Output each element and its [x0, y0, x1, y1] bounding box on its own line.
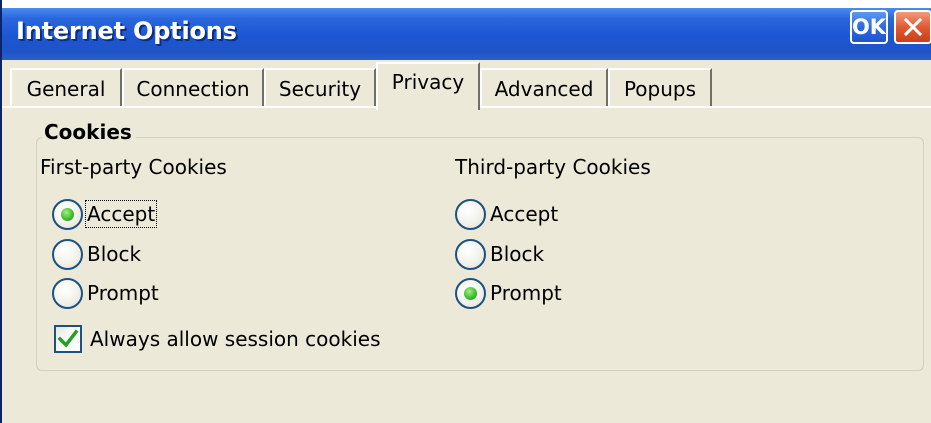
- radio-button[interactable]: [52, 277, 83, 309]
- third-party-accept-radio[interactable]: Accept: [455, 197, 558, 231]
- radio-selected-dot: [61, 207, 74, 221]
- third-party-block-radio[interactable]: Block: [455, 237, 544, 271]
- title-bar[interactable]: Internet Options OK: [2, 0, 931, 60]
- session-cookies-checkbox[interactable]: [54, 325, 82, 353]
- first-party-accept-radio[interactable]: Accept: [52, 197, 158, 231]
- tab-security[interactable]: Security: [264, 68, 376, 108]
- first-party-prompt-label[interactable]: Prompt: [87, 281, 159, 305]
- first-party-block-radio[interactable]: Block: [52, 237, 141, 271]
- session-cookies-label[interactable]: Always allow session cookies: [90, 327, 381, 351]
- tab-general[interactable]: General: [10, 68, 122, 108]
- first-party-heading: First-party Cookies: [40, 155, 227, 179]
- ok-button[interactable]: OK: [850, 10, 888, 44]
- first-party-prompt-radio[interactable]: Prompt: [52, 276, 159, 310]
- radio-button[interactable]: [455, 238, 486, 270]
- third-party-heading: Third-party Cookies: [455, 155, 651, 179]
- tab-advanced[interactable]: Advanced: [480, 68, 608, 108]
- tab-strip: General Connection Security Privacy Adva…: [2, 60, 931, 110]
- third-party-prompt-label[interactable]: Prompt: [490, 281, 562, 305]
- tab-popups[interactable]: Popups: [608, 68, 712, 108]
- third-party-prompt-radio[interactable]: Prompt: [455, 276, 562, 310]
- tab-connection[interactable]: Connection: [122, 68, 264, 108]
- first-party-block-label[interactable]: Block: [87, 242, 141, 266]
- close-icon: [903, 17, 923, 37]
- first-party-accept-label[interactable]: Accept: [84, 200, 158, 228]
- session-cookies-checkbox-row[interactable]: Always allow session cookies: [54, 323, 381, 355]
- radio-button[interactable]: [52, 198, 83, 230]
- radio-button[interactable]: [52, 238, 83, 270]
- cookies-group-title: Cookies: [42, 120, 136, 144]
- radio-selected-dot: [464, 286, 477, 300]
- radio-button[interactable]: [455, 277, 486, 309]
- window-title: Internet Options: [16, 17, 237, 45]
- close-button[interactable]: [894, 10, 931, 44]
- internet-options-window: Internet Options OK General Connection S…: [0, 0, 931, 423]
- third-party-accept-label[interactable]: Accept: [490, 202, 558, 226]
- radio-button[interactable]: [455, 198, 486, 230]
- third-party-block-label[interactable]: Block: [490, 242, 544, 266]
- tab-privacy[interactable]: Privacy: [376, 62, 480, 110]
- checkmark-icon: [57, 329, 79, 348]
